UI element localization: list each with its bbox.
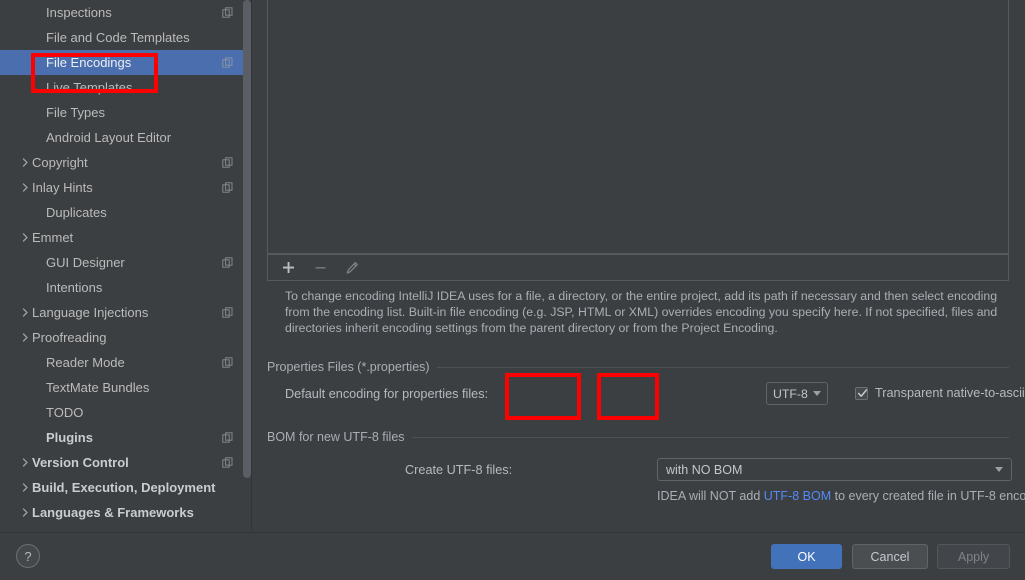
- sidebar-scrollbar-thumb[interactable]: [243, 0, 251, 478]
- create-utf8-files-label: Create UTF-8 files:: [405, 463, 513, 477]
- sidebar-item-file-types[interactable]: File Types: [0, 100, 251, 125]
- sidebar-item-label: Inlay Hints: [32, 180, 93, 195]
- sidebar-item-gui-designer[interactable]: GUI Designer: [0, 250, 251, 275]
- cancel-button[interactable]: Cancel: [852, 544, 928, 569]
- copy-settings-icon[interactable]: [222, 56, 234, 69]
- sidebar-item-label: Proofreading: [32, 330, 107, 345]
- copy-settings-icon[interactable]: [222, 181, 234, 194]
- default-encoding-value: UTF-8: [773, 386, 808, 401]
- sidebar-item-label: Inspections: [46, 5, 112, 20]
- sidebar-item-label: File and Code Templates: [46, 30, 190, 45]
- utf8-bom-link[interactable]: UTF-8 BOM: [764, 489, 831, 503]
- copy-settings-icon[interactable]: [222, 256, 234, 269]
- bom-group-header: BOM for new UTF-8 files: [267, 429, 1009, 445]
- properties-files-group-header: Properties Files (*.properties): [267, 359, 1009, 375]
- group-separator-rule: [436, 366, 1009, 368]
- default-encoding-combobox[interactable]: UTF-8: [766, 382, 828, 405]
- sidebar-item-label: Duplicates: [46, 205, 107, 220]
- properties-files-group-title: Properties Files (*.properties): [267, 360, 430, 374]
- add-icon[interactable]: [278, 258, 298, 278]
- sidebar-item-version-control[interactable]: Version Control: [0, 450, 251, 475]
- sidebar-item-emmet[interactable]: Emmet: [0, 225, 251, 250]
- sidebar-item-label: Emmet: [32, 230, 74, 245]
- sidebar-item-proofreading[interactable]: Proofreading: [0, 325, 251, 350]
- sidebar-item-intentions[interactable]: Intentions: [0, 275, 251, 300]
- sidebar-item-label: File Types: [46, 105, 106, 120]
- sidebar-item-duplicates[interactable]: Duplicates: [0, 200, 251, 225]
- bom-group-title: BOM for new UTF-8 files: [267, 430, 405, 444]
- sidebar-item-build-execution-deployment[interactable]: Build, Execution, Deployment: [0, 475, 251, 500]
- bom-note-prefix: IDEA will NOT add: [657, 489, 764, 503]
- sidebar-item-plugins[interactable]: Plugins: [0, 425, 251, 450]
- copy-settings-icon[interactable]: [222, 431, 234, 444]
- create-utf8-files-value: with NO BOM: [666, 462, 743, 477]
- bom-note: IDEA will NOT add UTF-8 BOM to every cre…: [657, 489, 1025, 503]
- encodings-list[interactable]: [267, 0, 1009, 254]
- sidebar-item-languages-frameworks[interactable]: Languages & Frameworks: [0, 500, 251, 525]
- sidebar-item-android-layout-editor[interactable]: Android Layout Editor: [0, 125, 251, 150]
- sidebar-item-label: Reader Mode: [46, 355, 125, 370]
- chevron-down-icon: [813, 391, 821, 396]
- remove-icon: [310, 258, 330, 278]
- sidebar-item-copyright[interactable]: Copyright: [0, 150, 251, 175]
- sidebar-item-label: Version Control: [32, 455, 129, 470]
- chevron-right-icon[interactable]: [18, 458, 32, 467]
- sidebar-item-label: GUI Designer: [46, 255, 125, 270]
- encodings-description: To change encoding IntelliJ IDEA uses fo…: [285, 289, 998, 335]
- copy-settings-icon[interactable]: [222, 356, 234, 369]
- settings-category-tree[interactable]: Inspections File and Code Templates File E…: [0, 0, 251, 532]
- sidebar-item-label: Build, Execution, Deployment: [32, 480, 216, 495]
- sidebar-item-reader-mode[interactable]: Reader Mode: [0, 350, 251, 375]
- settings-dialog: Inspections File and Code Templates File E…: [0, 0, 1025, 580]
- sidebar-item-label: Plugins: [46, 430, 93, 445]
- chevron-right-icon[interactable]: [18, 308, 32, 317]
- apply-button[interactable]: Apply: [937, 544, 1010, 569]
- sidebar-item-todo[interactable]: TODO: [0, 400, 251, 425]
- native-ascii-label: Transparent native-to-ascii conversion: [875, 386, 1025, 400]
- sidebar-scrollbar[interactable]: [243, 0, 251, 532]
- sidebar-item-label: Intentions: [46, 280, 103, 295]
- sidebar-item-file-and-code-templates[interactable]: File and Code Templates: [0, 25, 251, 50]
- sidebar-item-inlay-hints[interactable]: Inlay Hints: [0, 175, 251, 200]
- copy-settings-icon[interactable]: [222, 306, 234, 319]
- ok-button[interactable]: OK: [771, 544, 842, 569]
- group-separator-rule: [411, 436, 1009, 438]
- sidebar-item-label: Language Injections: [32, 305, 149, 320]
- chevron-right-icon[interactable]: [18, 483, 32, 492]
- chevron-right-icon[interactable]: [18, 508, 32, 517]
- chevron-right-icon[interactable]: [18, 183, 32, 192]
- edit-icon: [342, 258, 362, 278]
- native-ascii-checkbox-row[interactable]: Transparent native-to-ascii conversion: [855, 386, 1025, 400]
- sidebar-item-label: TextMate Bundles: [46, 380, 150, 395]
- default-encoding-label: Default encoding for properties files:: [285, 387, 489, 401]
- dialog-button-bar: ? OK Cancel Apply: [0, 532, 1025, 580]
- file-encodings-panel: To change encoding IntelliJ IDEA uses fo…: [252, 0, 1025, 532]
- copy-settings-icon[interactable]: [222, 6, 234, 19]
- sidebar-item-live-templates[interactable]: Live Templates: [0, 75, 251, 100]
- copy-settings-icon[interactable]: [222, 156, 234, 169]
- sidebar-item-label: Copyright: [32, 155, 88, 170]
- native-ascii-checkbox[interactable]: [855, 386, 868, 400]
- help-icon[interactable]: ?: [16, 544, 40, 568]
- sidebar-item-label: Live Templates: [46, 80, 133, 95]
- sidebar-item-inspections[interactable]: Inspections: [0, 0, 251, 25]
- sidebar-item-label: Languages & Frameworks: [32, 505, 194, 520]
- sidebar-item-file-encodings[interactable]: File Encodings: [0, 50, 251, 75]
- chevron-right-icon[interactable]: [18, 158, 32, 167]
- chevron-right-icon[interactable]: [18, 333, 32, 342]
- chevron-right-icon[interactable]: [18, 233, 32, 242]
- create-utf8-files-combobox[interactable]: with NO BOM: [657, 458, 1012, 481]
- sidebar-item-language-injections[interactable]: Language Injections: [0, 300, 251, 325]
- sidebar-item-label: Android Layout Editor: [46, 130, 172, 145]
- sidebar-item-label: File Encodings: [46, 55, 132, 70]
- sidebar-item-label: TODO: [46, 405, 84, 420]
- bom-note-suffix: to every created file in UTF-8 encoding: [834, 489, 1025, 503]
- sidebar-item-textmate-bundles[interactable]: TextMate Bundles: [0, 375, 251, 400]
- encodings-list-toolbar[interactable]: [267, 254, 1009, 281]
- copy-settings-icon[interactable]: [222, 456, 234, 469]
- chevron-down-icon: [995, 467, 1003, 472]
